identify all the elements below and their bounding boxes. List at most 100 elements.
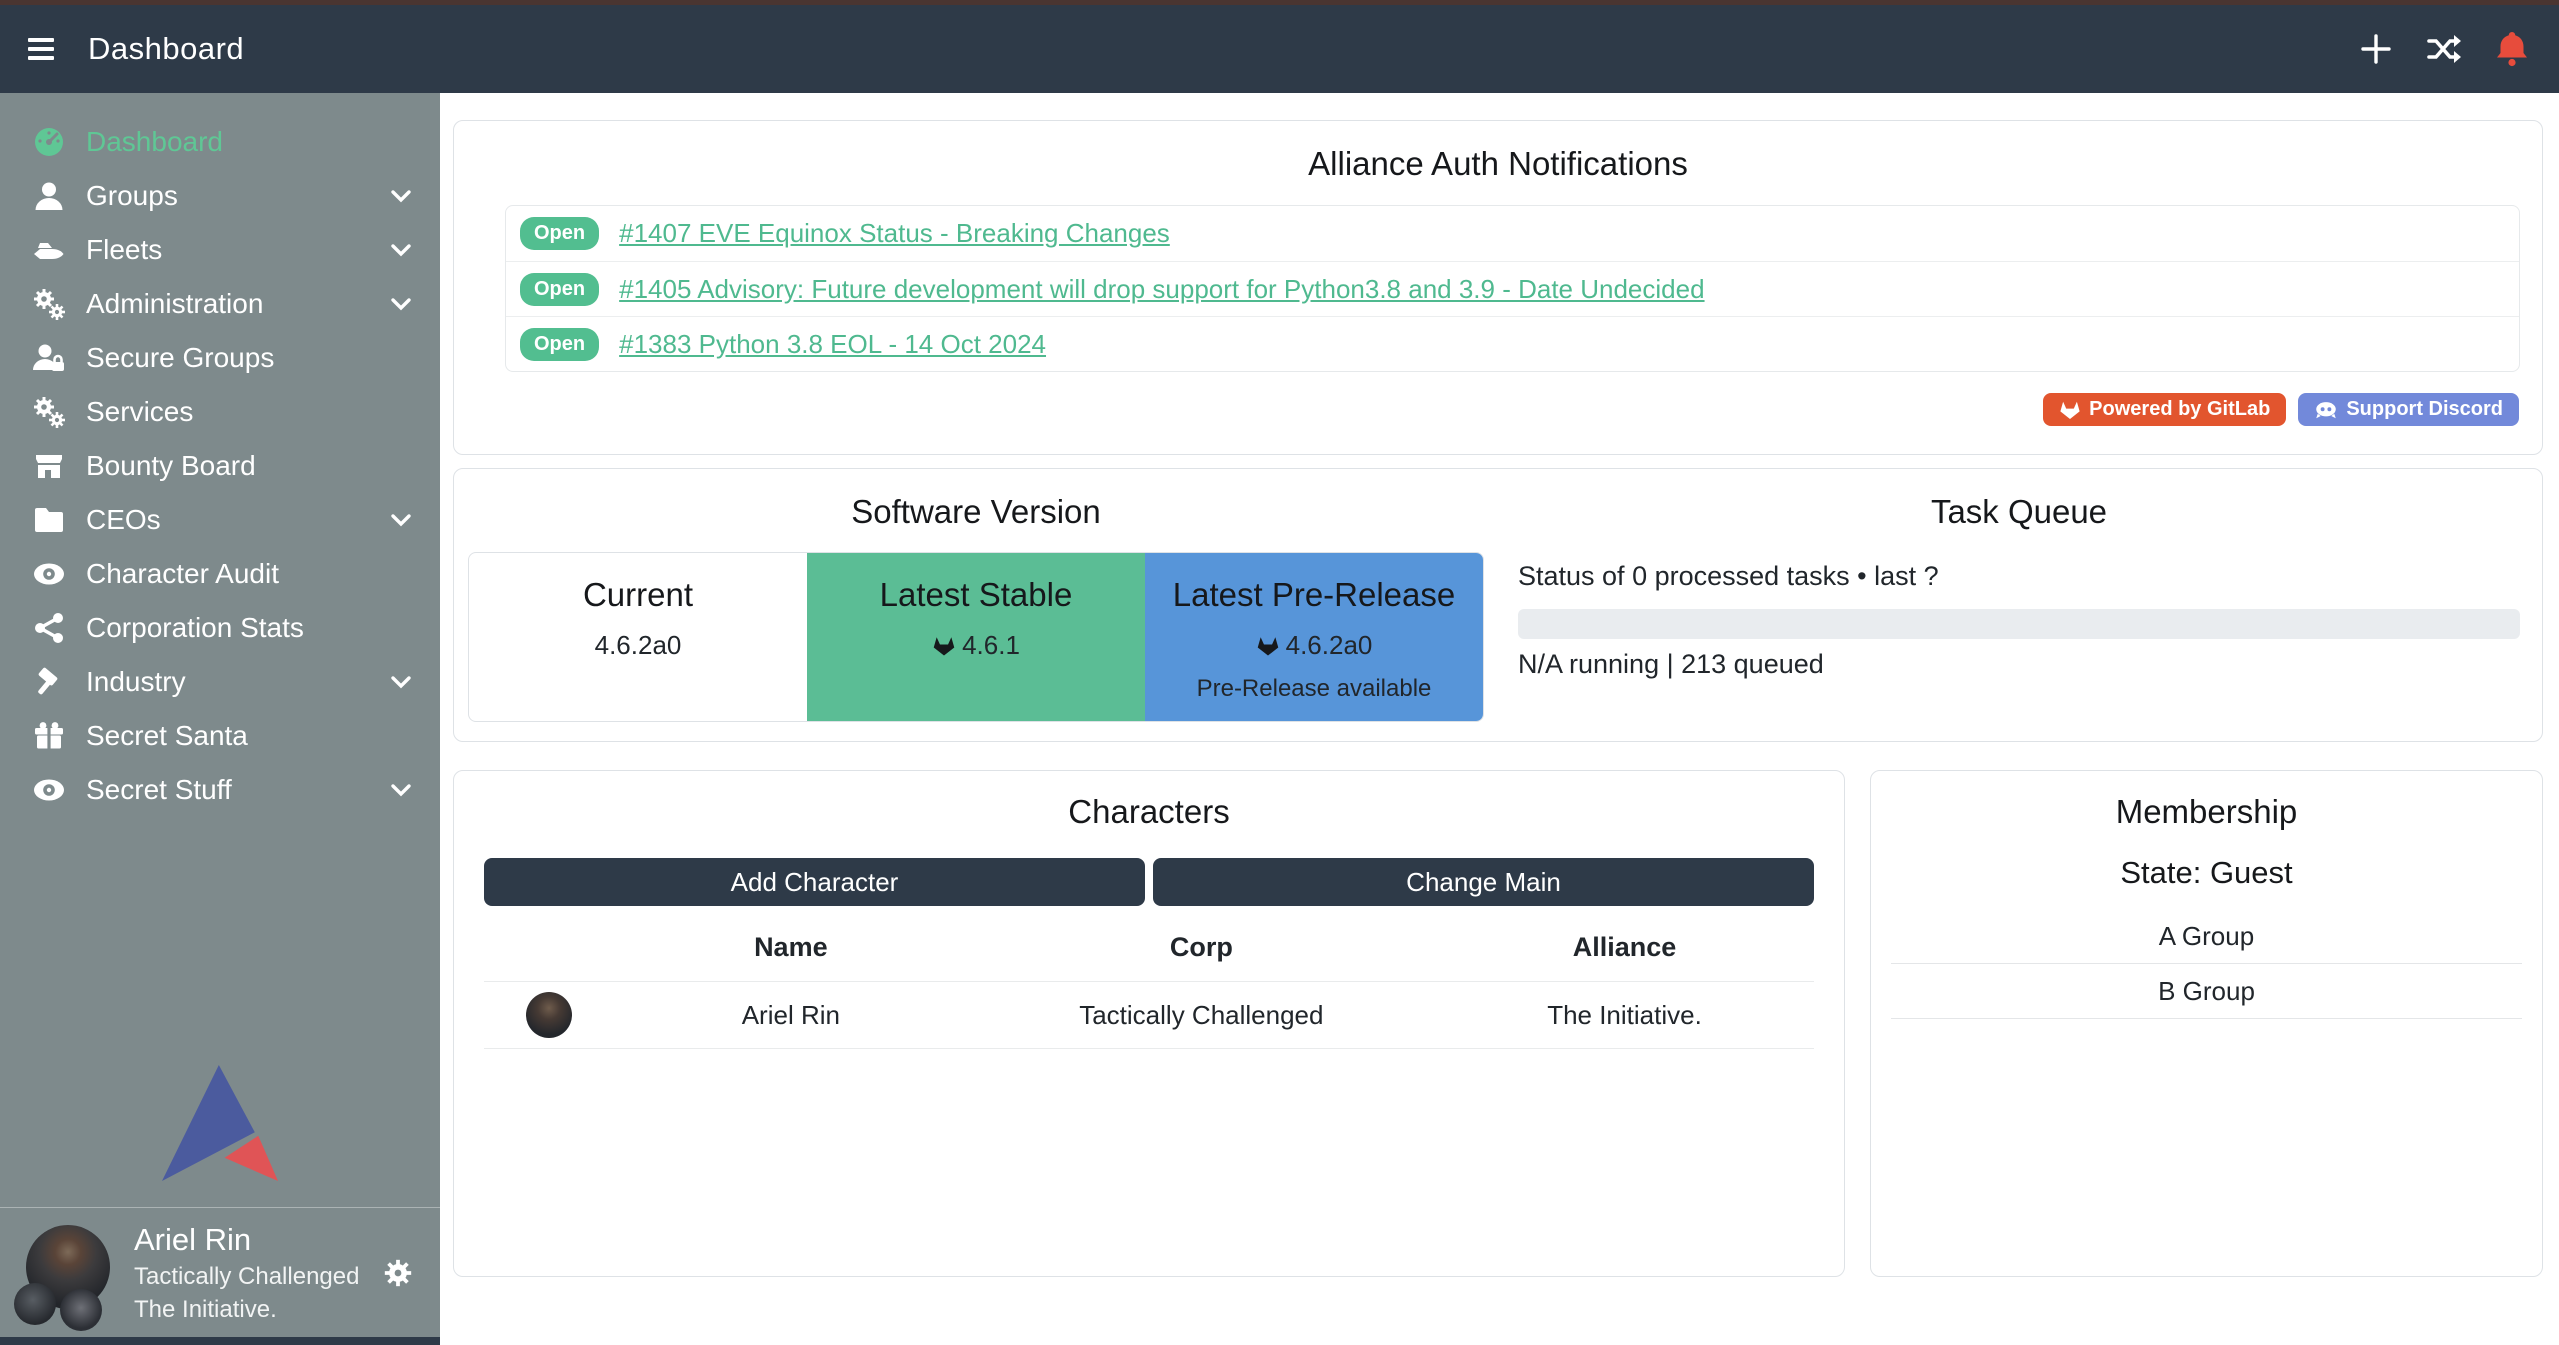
group-row: B Group bbox=[1891, 964, 2522, 1019]
chevron-down-icon bbox=[390, 782, 412, 798]
sidebar-item-label: CEOs bbox=[86, 504, 161, 536]
gears-icon bbox=[28, 395, 70, 429]
membership-title: Membership bbox=[1891, 793, 2522, 831]
main-content: Alliance Auth Notifications Open #1407 E… bbox=[440, 93, 2559, 1345]
notification-row: Open #1383 Python 3.8 EOL - 14 Oct 2024 bbox=[506, 316, 2519, 371]
settings-gear-icon[interactable] bbox=[382, 1257, 414, 1289]
user-alliance: The Initiative. bbox=[134, 1296, 359, 1324]
sidebar-item-secret-stuff[interactable]: Secret Stuff bbox=[0, 763, 440, 817]
task-queue-section: Task Queue Status of 0 processed tasks •… bbox=[1484, 469, 2542, 741]
shuffle-icon[interactable] bbox=[2425, 30, 2463, 68]
notification-link[interactable]: #1407 EVE Equinox Status - Breaking Chan… bbox=[619, 218, 1170, 249]
gears-icon bbox=[28, 287, 70, 321]
shuttle-icon bbox=[28, 233, 70, 267]
column-header-alliance: Alliance bbox=[1435, 914, 1814, 982]
sidebar-menu: Dashboard Groups Fleets bbox=[0, 115, 440, 817]
sidebar-item-label: Secret Santa bbox=[86, 720, 248, 752]
software-version-section: Software Version Current 4.6.2a0 Latest … bbox=[454, 469, 1484, 741]
sidebar-item-label: Character Audit bbox=[86, 558, 279, 590]
sidebar-item-groups[interactable]: Groups bbox=[0, 169, 440, 223]
sidebar-item-fleets[interactable]: Fleets bbox=[0, 223, 440, 277]
notification-row: Open #1405 Advisory: Future development … bbox=[506, 261, 2519, 316]
sidebar-item-secure-groups[interactable]: Secure Groups bbox=[0, 331, 440, 385]
powered-by-gitlab-badge[interactable]: Powered by GitLab bbox=[2043, 393, 2286, 426]
software-taskqueue-panel: Software Version Current 4.6.2a0 Latest … bbox=[453, 468, 2543, 742]
character-alliance: The Initiative. bbox=[1435, 982, 1814, 1049]
character-portrait bbox=[526, 992, 572, 1038]
sidebar-item-ceos[interactable]: CEOs bbox=[0, 493, 440, 547]
sidebar-item-label: Secret Stuff bbox=[86, 774, 232, 806]
version-current: Current 4.6.2a0 bbox=[469, 553, 807, 721]
sidebar-item-label: Secure Groups bbox=[86, 342, 274, 374]
sidebar-item-label: Administration bbox=[86, 288, 263, 320]
sidebar-item-bounty-board[interactable]: Bounty Board bbox=[0, 439, 440, 493]
chevron-down-icon bbox=[390, 296, 412, 312]
character-corp: Tactically Challenged bbox=[968, 982, 1435, 1049]
page-title: Dashboard bbox=[88, 31, 244, 67]
column-header-name: Name bbox=[614, 914, 968, 982]
notifications-title: Alliance Auth Notifications bbox=[454, 145, 2542, 183]
menu-toggle-icon[interactable] bbox=[28, 38, 54, 60]
column-header-corp: Corp bbox=[968, 914, 1435, 982]
gitlab-icon bbox=[2059, 399, 2081, 421]
sidebar-item-dashboard[interactable]: Dashboard bbox=[0, 115, 440, 169]
task-queue-status: Status of 0 processed tasks • last ? bbox=[1518, 561, 2520, 592]
gitlab-icon bbox=[932, 635, 956, 657]
hammer-icon bbox=[28, 665, 70, 699]
sidebar-item-label: Industry bbox=[86, 666, 186, 698]
characters-panel: Characters Add Character Change Main Nam… bbox=[453, 770, 1845, 1277]
user-corp: Tactically Challenged bbox=[134, 1263, 359, 1291]
sidebar-item-secret-santa[interactable]: Secret Santa bbox=[0, 709, 440, 763]
chevron-down-icon bbox=[390, 188, 412, 204]
avatar-column-header bbox=[484, 914, 614, 982]
alliance-auth-logo bbox=[162, 1061, 278, 1185]
eye-icon bbox=[28, 557, 70, 591]
sidebar-item-label: Groups bbox=[86, 180, 178, 212]
support-discord-badge[interactable]: Support Discord bbox=[2298, 393, 2519, 426]
alliance-logo-badge bbox=[60, 1289, 102, 1331]
sidebar-item-label: Corporation Stats bbox=[86, 612, 304, 644]
characters-table: Name Corp Alliance Ariel Rin Tactically … bbox=[484, 914, 1814, 1049]
sidebar-item-label: Fleets bbox=[86, 234, 162, 266]
chevron-down-icon bbox=[390, 674, 412, 690]
notification-link[interactable]: #1405 Advisory: Future development will … bbox=[619, 274, 1704, 305]
sidebar-item-industry[interactable]: Industry bbox=[0, 655, 440, 709]
folder-icon bbox=[28, 503, 70, 537]
software-version-title: Software Version bbox=[468, 493, 1484, 531]
sidebar-item-character-audit[interactable]: Character Audit bbox=[0, 547, 440, 601]
sidebar-item-corporation-stats[interactable]: Corporation Stats bbox=[0, 601, 440, 655]
membership-panel: Membership State: Guest A Group B Group bbox=[1870, 770, 2543, 1277]
character-name: Ariel Rin bbox=[614, 982, 968, 1049]
notification-row: Open #1407 EVE Equinox Status - Breaking… bbox=[506, 206, 2519, 261]
sidebar-item-label: Bounty Board bbox=[86, 450, 256, 482]
notification-link[interactable]: #1383 Python 3.8 EOL - 14 Oct 2024 bbox=[619, 329, 1046, 360]
gitlab-icon bbox=[1256, 635, 1280, 657]
notifications-list: Open #1407 EVE Equinox Status - Breaking… bbox=[505, 205, 2520, 372]
sidebar-user-panel: Ariel Rin Tactically Challenged The Init… bbox=[0, 1207, 440, 1337]
sidebar-item-services[interactable]: Services bbox=[0, 385, 440, 439]
corp-logo-badge bbox=[14, 1283, 56, 1325]
group-row: A Group bbox=[1891, 909, 2522, 964]
chevron-down-icon bbox=[390, 512, 412, 528]
task-queue-title: Task Queue bbox=[1518, 493, 2520, 531]
sidebar: Dashboard Groups Fleets bbox=[0, 93, 440, 1345]
status-badge: Open bbox=[520, 273, 599, 306]
sidebar-item-label: Services bbox=[86, 396, 193, 428]
version-latest-stable: Latest Stable 4.6.1 bbox=[807, 553, 1145, 721]
change-main-button[interactable]: Change Main bbox=[1153, 858, 1814, 906]
eye-icon bbox=[28, 773, 70, 807]
version-latest-prerelease: Latest Pre-Release 4.6.2a0 Pre-Release a… bbox=[1145, 553, 1483, 721]
character-row: Ariel Rin Tactically Challenged The Init… bbox=[484, 982, 1814, 1049]
prerelease-note: Pre-Release available bbox=[1145, 675, 1483, 703]
notification-bell-icon[interactable] bbox=[2493, 30, 2531, 68]
user-name: Ariel Rin bbox=[134, 1222, 359, 1258]
gauge-icon bbox=[28, 125, 70, 159]
add-character-button[interactable]: Add Character bbox=[484, 858, 1145, 906]
user-lock-icon bbox=[28, 341, 70, 375]
add-icon[interactable] bbox=[2357, 30, 2395, 68]
share-icon bbox=[28, 611, 70, 645]
chevron-down-icon bbox=[390, 242, 412, 258]
sidebar-item-administration[interactable]: Administration bbox=[0, 277, 440, 331]
characters-title: Characters bbox=[484, 793, 1814, 831]
task-queue-progressbar bbox=[1518, 609, 2520, 639]
